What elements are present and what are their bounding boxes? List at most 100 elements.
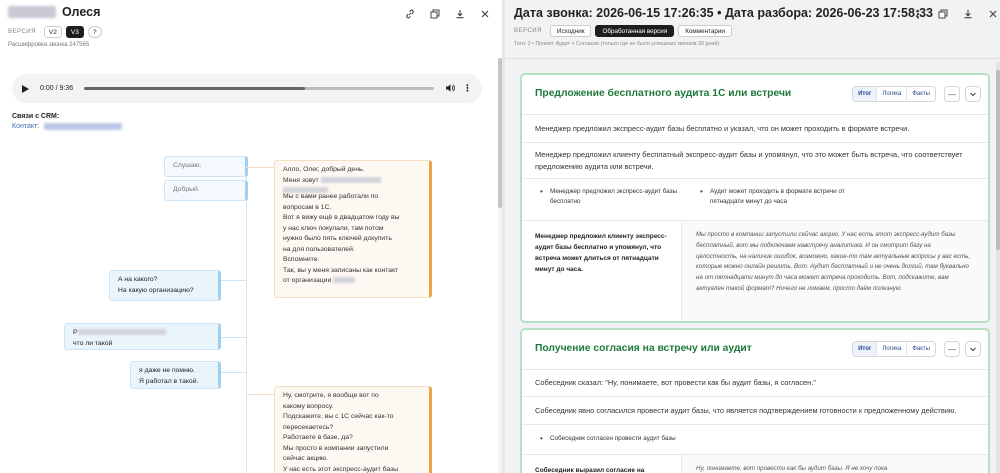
bubble-connector: [220, 280, 246, 281]
expand-button[interactable]: [965, 86, 981, 102]
card-header: Предложение бесплатного аудита 1С или вс…: [522, 75, 988, 115]
transcript-header: Олеся ВЕРСИЯ V2 V3 ? Расшифровка звонка …: [0, 0, 502, 56]
version-processed-button[interactable]: Обработанная версия: [595, 25, 675, 37]
collapse-button[interactable]: —: [944, 341, 960, 357]
message-line: вопросам в 1С.: [283, 203, 332, 211]
crm-contact-label: Контакт:: [12, 123, 40, 130]
transcript-toolbar: [404, 8, 491, 20]
tab-summary[interactable]: Итог: [853, 342, 877, 356]
version-label: ВЕРСИЯ: [514, 28, 542, 34]
message-line: сейчас акцию.: [283, 455, 329, 462]
card-summary-row: Собеседник сказал: "Ну, понимаете, вот п…: [522, 370, 988, 397]
message-line: какому вопросу.: [283, 402, 334, 410]
message-line: от организации: [283, 276, 421, 287]
message-line: У нас есть этот экспресс-аудит базы: [283, 465, 399, 473]
criterion-card: Предложение бесплатного аудита 1С или вс…: [520, 73, 990, 323]
collapse-button[interactable]: —: [944, 86, 960, 102]
bubble-connector: [220, 337, 246, 338]
tab-facts[interactable]: Факты: [906, 342, 935, 356]
fact-item: Собеседник согласен провести аудит базы: [540, 434, 840, 444]
copy-icon[interactable]: [937, 8, 949, 20]
message-line: Ну, смотрите, я вообще вот по: [283, 392, 379, 399]
evidence-label: Менеджер предложил клиенту экспресс-ауди…: [522, 221, 682, 321]
message-client: Слушаю.: [164, 156, 248, 177]
scrollbar-thumb[interactable]: [996, 70, 1000, 250]
analysis-pane: Дата звонка: 2026-06-15 17:26:35 • Дата …: [505, 0, 1000, 473]
redacted-name: [320, 176, 381, 183]
card-facts-row: Собеседник согласен провести аудит базы: [522, 425, 988, 455]
audio-time: 0:00 / 9:36: [40, 85, 74, 92]
contact-name: Олеся: [8, 5, 100, 19]
tab-summary[interactable]: Итог: [853, 87, 877, 101]
minus-icon: —: [948, 89, 956, 99]
redacted-text: [283, 187, 328, 194]
card-summary-row: Менеджер предложил экспресс-аудит базы б…: [522, 115, 988, 143]
version-v3-button[interactable]: V3: [65, 26, 84, 38]
help-button[interactable]: ?: [87, 26, 102, 38]
message-line: Мы просто в компании запустили: [283, 444, 389, 452]
tags-breadcrumb: Теги: 2 • Промпт Аудит + Согласие (тольк…: [514, 41, 720, 47]
card-title: Получение согласия на встречу или аудит: [535, 343, 752, 354]
chevron-down-icon: [970, 347, 976, 352]
tab-facts[interactable]: Факты: [906, 87, 935, 101]
evidence-quote: Ну, понимаете, вот провести как бы аудит…: [682, 455, 988, 473]
message-line: А на какого?: [118, 276, 158, 283]
message-client: я даже не помню. Я работал в такой.: [130, 361, 221, 389]
card-facts-row: Менеджер предложил экспресс-аудит базы б…: [522, 179, 988, 221]
card-summary: Менеджер предложил экспресс-аудит базы б…: [535, 123, 910, 133]
message-line: Вот я вижу ещё в двадцатом году вы: [283, 214, 400, 221]
card-logic: Менеджер предложил клиенту бесплатный эк…: [535, 149, 963, 171]
card-evidence-row: Собеседник выразил согласие на Ну, поним…: [522, 455, 988, 473]
crm-links-title: Связи с CRM:: [12, 113, 60, 120]
crm-contact-link[interactable]: Контакт:: [12, 123, 123, 130]
version-v2-button[interactable]: V2: [43, 26, 62, 38]
close-icon[interactable]: [479, 8, 491, 20]
more-options-icon[interactable]: ⋮: [463, 83, 472, 94]
audio-player[interactable]: 0:00 / 9:36 ⋮: [12, 74, 482, 103]
link-icon[interactable]: [404, 8, 416, 20]
bubble-connector: [220, 372, 246, 373]
bubble-connector: [246, 167, 274, 168]
message-line: Добрый.: [173, 186, 200, 193]
card-logic-row: Менеджер предложил клиенту бесплатный эк…: [522, 143, 988, 179]
play-icon[interactable]: [22, 84, 29, 93]
download-icon[interactable]: [962, 8, 974, 20]
message-line: что ли такой: [73, 339, 113, 347]
close-icon[interactable]: [987, 8, 999, 20]
message-line: на для пользователей.: [283, 245, 355, 253]
analysis-title: Дата звонка: 2026-06-15 17:26:35 • Дата …: [514, 6, 934, 20]
message-line: Подскажите, вы с 1С сейчас как-то: [283, 413, 394, 420]
redacted-org: [77, 329, 166, 336]
tab-logic[interactable]: Логика: [876, 342, 907, 356]
more-options-icon[interactable]: ⋮: [912, 8, 924, 21]
message-line: Мы с вами ранее работали по: [283, 193, 379, 200]
message-line: Работаете в базе, да?: [283, 434, 353, 441]
audio-progress-bar[interactable]: [84, 87, 434, 90]
message-line: я даже не помню.: [139, 367, 195, 374]
criterion-card: Получение согласия на встречу или аудит …: [520, 328, 990, 473]
message-line: На какую организацию?: [118, 286, 194, 294]
version-source-button[interactable]: Исходник: [549, 25, 592, 37]
download-icon[interactable]: [454, 8, 466, 20]
analysis-scrollbar[interactable]: [996, 62, 1000, 473]
copy-icon[interactable]: [429, 8, 441, 20]
transcript-id: Расшифровка звонка 247565: [8, 42, 90, 48]
contact-first-name: Олеся: [62, 5, 101, 19]
tab-logic[interactable]: Логика: [876, 87, 907, 101]
minus-icon: —: [948, 344, 956, 354]
version-comments-button[interactable]: Комментарии: [678, 25, 732, 37]
fact-item: Аудит может проходить в формате встречи …: [700, 187, 850, 206]
message-line: Вспомните.: [283, 256, 320, 263]
card-view-tabs: Итог Логика Факты: [852, 341, 936, 357]
volume-icon[interactable]: [445, 83, 456, 95]
redacted-contact: [44, 123, 123, 130]
message-manager: Алло, Олег, добрый день. Меня зовут Мы с…: [274, 160, 432, 298]
expand-button[interactable]: [965, 341, 981, 357]
message-manager: Ну, смотрите, я вообще вот по какому воп…: [274, 386, 432, 473]
card-view-tabs: Итог Логика Факты: [852, 86, 936, 102]
card-header: Получение согласия на встречу или аудит …: [522, 330, 988, 370]
evidence-label: Собеседник выразил согласие на: [522, 455, 682, 473]
card-logic: Собеседник явно согласился провести ауди…: [535, 405, 957, 415]
redacted-surname: [8, 6, 56, 18]
evidence-quote: Мы просто в компании запустили сейчас ак…: [682, 221, 988, 321]
